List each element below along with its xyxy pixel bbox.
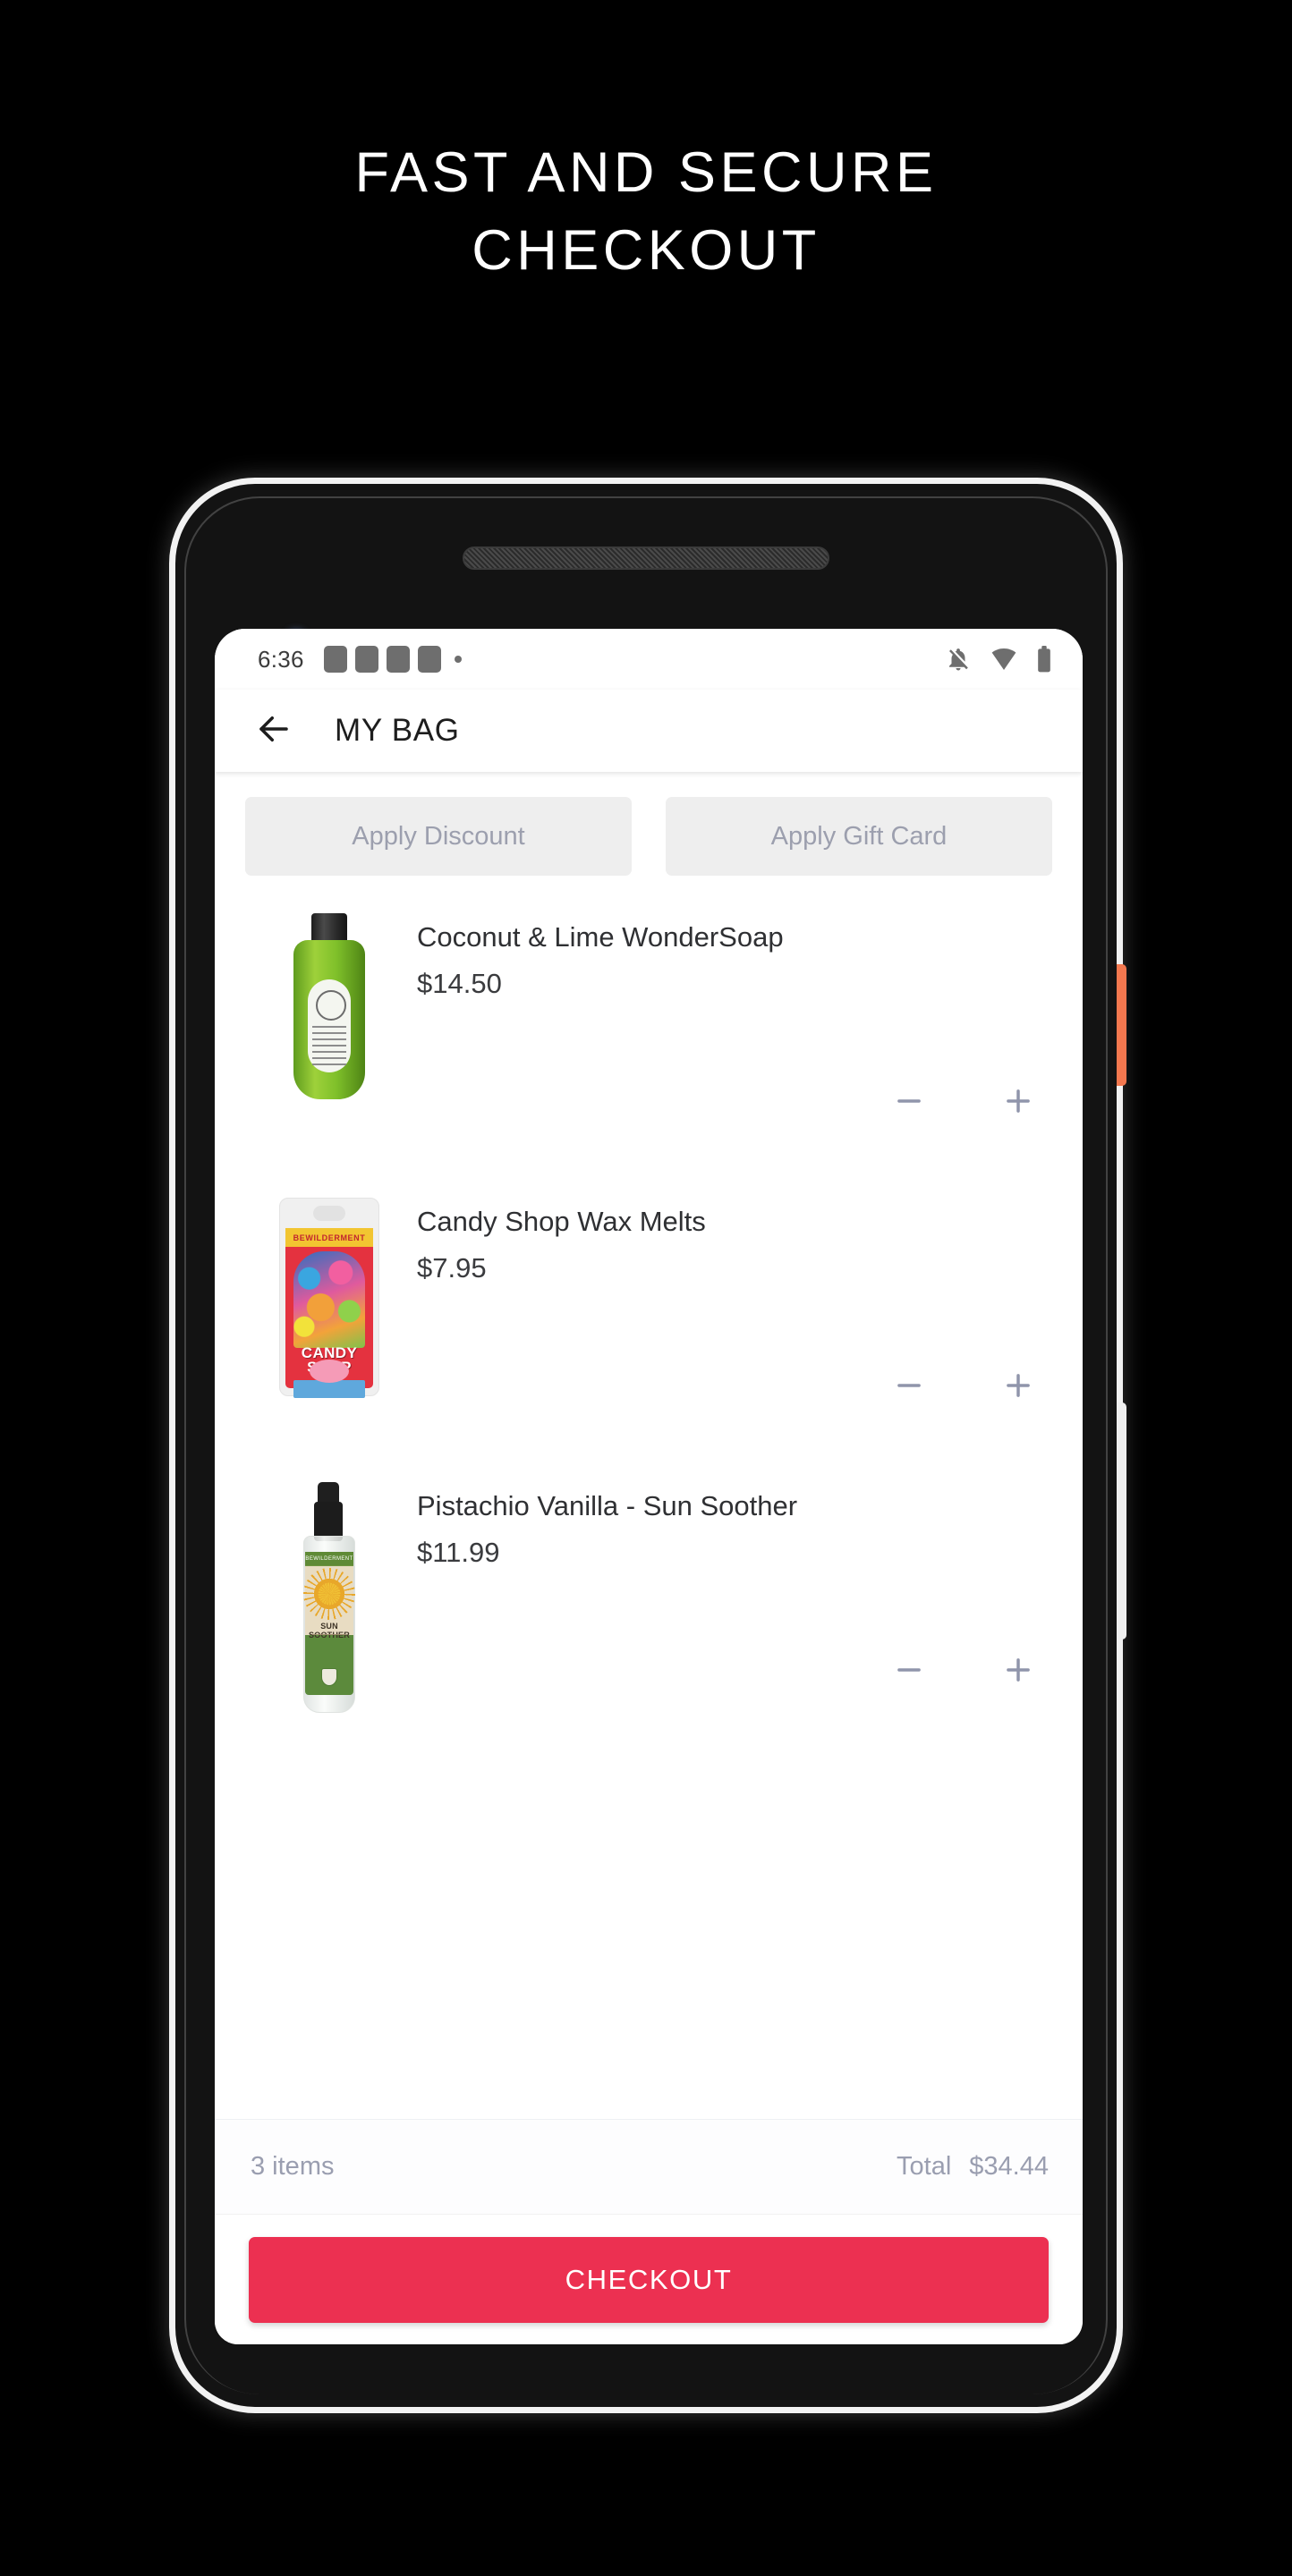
apply-gift-card-button[interactable]: Apply Gift Card [666,797,1052,876]
increase-quantity-button[interactable] [993,1645,1043,1695]
promo-headline: FAST AND SECURE CHECKOUT [354,141,938,282]
cart-item-row[interactable]: BEWILDERMENT CANDY SHOP Candy Shop Wax M… [215,1182,1083,1466]
phone-device-frame: 6:36 MY BAG Apply Discount Apply Gift Ca… [169,478,1126,2413]
total-label: Total [897,2152,952,2181]
total-value: $34.44 [969,2152,1049,2181]
candy-shop-wax-melts-package-image: BEWILDERMENT CANDY SHOP [279,1198,379,1398]
promo-actions-row: Apply Discount Apply Gift Card [215,772,1083,885]
cart-item-price: $7.95 [417,1252,487,1284]
earpiece-speaker [463,547,829,570]
product-art-banner-text: BEWILDERMENT [285,1228,373,1247]
minus-icon [892,1084,926,1118]
notification-badge-icon [323,646,347,673]
back-button[interactable] [251,708,297,754]
cart-item-details: Pistachio Vanilla - Sun Soother $11.99 [417,1466,1063,1750]
plus-icon [1001,1084,1035,1118]
decrease-quantity-button[interactable] [884,1076,934,1126]
cart-item-name: Pistachio Vanilla - Sun Soother [417,1490,798,1521]
green-soap-bottle-image [288,913,370,1099]
status-bar-system-icons [945,645,1052,674]
more-notifications-dot-icon [454,656,462,663]
minus-icon [892,1653,926,1687]
checkout-action-area: CHECKOUT [215,2214,1083,2344]
minus-icon [892,1368,926,1402]
status-bar-clock: 6:36 [258,645,304,673]
volume-rocker-button[interactable] [1117,1402,1126,1640]
cart-item-details: Coconut & Lime WonderSoap $14.50 [417,897,1063,1182]
product-thumbnail[interactable]: BEWILDERMENT SUN SOOTHER [242,1466,417,1750]
apply-discount-button[interactable]: Apply Discount [245,797,632,876]
quantity-stepper [417,1076,1063,1126]
item-count-label: 3 items [251,2152,335,2181]
increase-quantity-button[interactable] [993,1360,1043,1411]
product-thumbnail[interactable] [242,897,417,1182]
notifications-off-icon [945,645,972,674]
quantity-stepper [417,1645,1063,1695]
notification-badge-icon [354,646,378,673]
total-group: Total $34.44 [897,2152,1049,2182]
decrease-quantity-button[interactable] [884,1360,934,1411]
notification-badge-icon [386,646,410,673]
checkout-button[interactable]: CHECKOUT [249,2236,1049,2323]
cart-item-price: $11.99 [417,1537,500,1569]
page-title: MY BAG [335,713,460,748]
cart-item-name: Candy Shop Wax Melts [417,1206,706,1237]
cart-item-price: $14.50 [417,968,502,1000]
cart-item-details: Candy Shop Wax Melts $7.95 [417,1182,1063,1466]
back-arrow-icon [255,710,293,752]
cart-item-row[interactable]: Coconut & Lime WonderSoap $14.50 [215,897,1083,1182]
battery-icon [1036,646,1052,673]
power-button[interactable] [1117,964,1126,1086]
plus-icon [1001,1368,1035,1402]
cart-totals-bar: 3 items Total $34.44 [215,2119,1083,2214]
product-art-name-text: SUN SOOTHER [309,1622,350,1640]
cart-item-row[interactable]: BEWILDERMENT SUN SOOTHER Pistachio Vanil… [215,1466,1083,1750]
decrease-quantity-button[interactable] [884,1645,934,1695]
cart-item-list: Coconut & Lime WonderSoap $14.50 BEWILDE… [215,885,1083,2119]
product-thumbnail[interactable]: BEWILDERMENT CANDY SHOP [242,1182,417,1466]
notification-icon-group [323,646,462,673]
app-bar: MY BAG [215,690,1083,772]
sun-soother-spray-bottle-image: BEWILDERMENT SUN SOOTHER [294,1482,364,1713]
status-bar: 6:36 [215,629,1083,690]
increase-quantity-button[interactable] [993,1076,1043,1126]
notification-badge-icon [417,646,441,673]
product-art-brand-text: BEWILDERMENT [305,1552,353,1565]
phone-screen: 6:36 MY BAG Apply Discount Apply Gift Ca… [215,629,1083,2344]
wifi-icon [990,647,1018,672]
quantity-stepper [417,1360,1063,1411]
cart-item-name: Coconut & Lime WonderSoap [417,921,784,953]
plus-icon [1001,1653,1035,1687]
